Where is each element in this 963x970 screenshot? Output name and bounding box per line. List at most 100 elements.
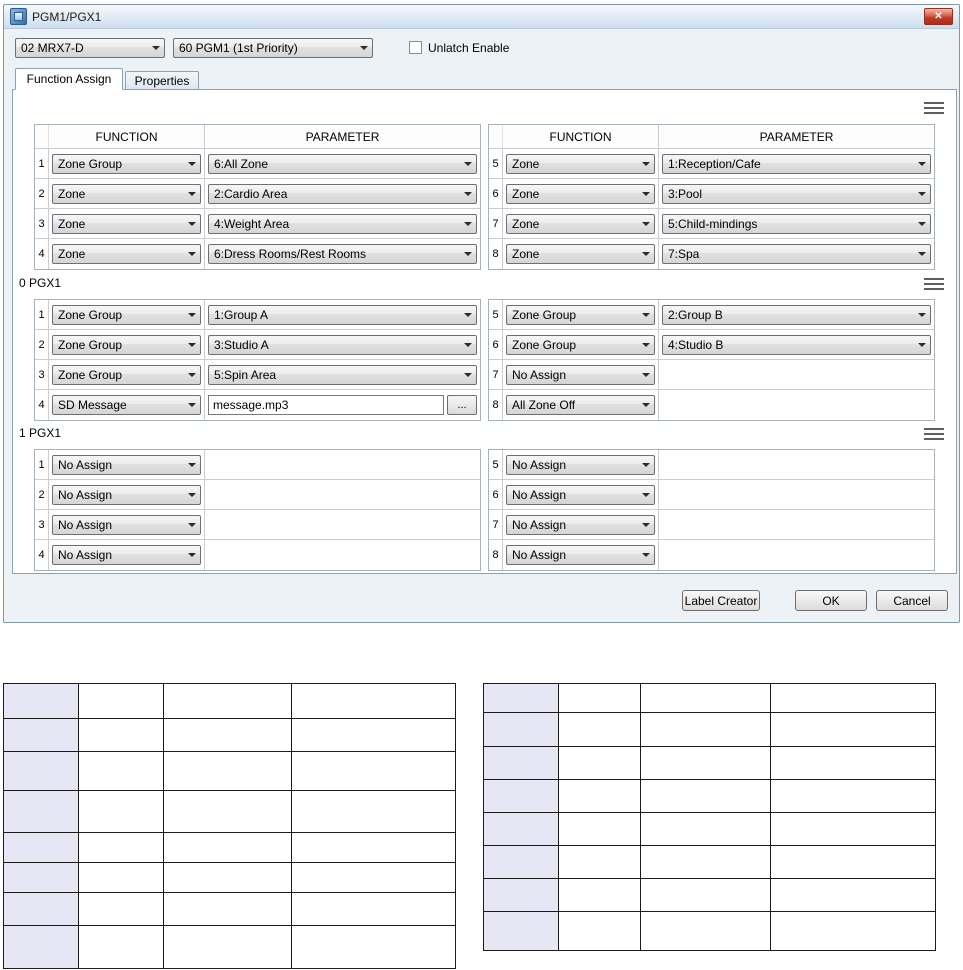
- parameter-cell: [659, 510, 934, 539]
- function-select[interactable]: Zone: [506, 183, 655, 204]
- tab-function-assign[interactable]: Function Assign: [15, 68, 123, 90]
- function-select[interactable]: Zone: [506, 244, 655, 264]
- function-select[interactable]: No Assign: [506, 364, 655, 385]
- menu-icon[interactable]: [924, 278, 944, 290]
- label-creator-button[interactable]: Label Creator: [682, 590, 760, 611]
- label-table-shaded-cell: [484, 879, 559, 912]
- function-select[interactable]: Zone Group: [52, 334, 201, 355]
- table-header-row: FUNCTION PARAMETER: [35, 125, 480, 149]
- tab-properties[interactable]: Properties: [125, 71, 199, 90]
- ok-button[interactable]: OK: [795, 590, 867, 611]
- parameter-cell: 7:Spa: [659, 239, 934, 269]
- function-select[interactable]: No Assign: [506, 514, 655, 535]
- function-select[interactable]: Zone: [52, 183, 201, 204]
- function-select[interactable]: Zone Group: [52, 304, 201, 325]
- function-select[interactable]: Zone Group: [52, 364, 201, 385]
- chevron-down-icon: [638, 516, 654, 534]
- parameter-select[interactable]: 3:Studio A: [208, 334, 477, 355]
- row-number: 2: [35, 330, 49, 359]
- function-select[interactable]: No Assign: [506, 454, 655, 475]
- label-table-cell: [641, 879, 771, 912]
- close-button[interactable]: ✕: [924, 8, 953, 25]
- function-parameter-table: FUNCTION PARAMETER 5 Zone 1:Reception/Cafe 6 Z…: [488, 124, 935, 270]
- assign-row: 4 No Assign: [35, 540, 480, 570]
- function-select[interactable]: Zone Group: [506, 334, 655, 355]
- function-select[interactable]: Zone Group: [506, 304, 655, 325]
- parameter-select[interactable]: 1:Reception/Cafe: [662, 153, 931, 174]
- device-select-combo[interactable]: 02 MRX7-D: [15, 38, 165, 58]
- function-select[interactable]: Zone: [506, 153, 655, 174]
- function-cell: No Assign: [49, 450, 205, 479]
- parameter-select[interactable]: 3:Pool: [662, 183, 931, 204]
- parameter-select[interactable]: 4:Studio B: [662, 334, 931, 355]
- right-table-slot: 5 Zone Group 2:Group B 6 Zone Group 4:Studio …: [488, 299, 935, 421]
- parameter-select[interactable]: 6:Dress Rooms/Rest Rooms: [208, 244, 477, 264]
- parameter-select[interactable]: 6:All Zone: [208, 153, 477, 174]
- parameter-select[interactable]: 1:Group A: [208, 304, 477, 325]
- section-label: 0 PGX1: [19, 276, 62, 290]
- assign-row: 7 No Assign: [489, 510, 934, 540]
- function-select[interactable]: SD Message: [52, 395, 201, 415]
- combo-value: 4:Studio B: [668, 337, 724, 352]
- chevron-down-icon: [638, 546, 654, 564]
- assign-row: 7 No Assign: [489, 360, 934, 390]
- parameter-select[interactable]: 2:Cardio Area: [208, 183, 477, 204]
- parameter-select[interactable]: 2:Group B: [662, 304, 931, 325]
- unlatch-enable-checkbox[interactable]: [409, 41, 422, 54]
- function-select[interactable]: Zone: [52, 244, 201, 264]
- caret-shape: [642, 252, 650, 256]
- titlebar[interactable]: PGM1/PGX1 ✕: [4, 5, 959, 29]
- menu-icon[interactable]: [924, 428, 944, 440]
- chevron-down-icon: [184, 215, 200, 233]
- combo-value: Zone: [58, 216, 86, 231]
- sd-message-file-input[interactable]: [208, 395, 444, 415]
- parameter-select[interactable]: 5:Spin Area: [208, 364, 477, 385]
- function-cell: No Assign: [503, 360, 659, 389]
- assign-row: 6 Zone 3:Pool: [489, 179, 934, 209]
- function-parameter-table: 1 No Assign 2 No Assign 3 No Assign 4 No Assign: [34, 449, 481, 571]
- app-icon: [10, 8, 27, 25]
- label-table-shaded-cell: [4, 893, 79, 926]
- function-select[interactable]: No Assign: [52, 454, 201, 475]
- function-select[interactable]: No Assign: [506, 545, 655, 565]
- caret-shape: [464, 161, 472, 166]
- chevron-down-icon: [460, 155, 476, 173]
- caret-shape: [188, 403, 196, 407]
- combo-value: No Assign: [58, 457, 113, 472]
- priority-select-combo[interactable]: 60 PGM1 (1st Priority): [173, 38, 373, 58]
- combo-value: Zone Group: [512, 337, 577, 352]
- label-table-row: [4, 926, 456, 969]
- parameter-select[interactable]: 4:Weight Area: [208, 213, 477, 234]
- function-cell: Zone Group: [49, 149, 205, 178]
- parameter-select[interactable]: 5:Child-mindings: [662, 213, 931, 234]
- label-table-shaded-cell: [4, 833, 79, 863]
- function-select[interactable]: All Zone Off: [506, 395, 655, 415]
- label-table-cell: [559, 747, 641, 780]
- browse-button[interactable]: ...: [447, 395, 477, 415]
- assign-row: 4 Zone 6:Dress Rooms/Rest Rooms: [35, 239, 480, 269]
- function-select[interactable]: Zone: [52, 213, 201, 234]
- function-select[interactable]: No Assign: [52, 545, 201, 565]
- function-select[interactable]: No Assign: [52, 514, 201, 535]
- label-table-row: [484, 747, 936, 780]
- function-select[interactable]: Zone: [506, 213, 655, 234]
- row-number: 6: [489, 179, 503, 208]
- parameter-select[interactable]: 7:Spa: [662, 244, 931, 264]
- row-number: 4: [35, 390, 49, 420]
- cancel-button[interactable]: Cancel: [876, 590, 948, 611]
- label-template-table-left: [3, 683, 456, 969]
- chevron-down-icon: [638, 306, 654, 324]
- priority-combo-value: 60 PGM1 (1st Priority): [179, 41, 298, 55]
- function-select[interactable]: Zone Group: [52, 153, 201, 174]
- combo-value: 5:Child-mindings: [668, 216, 758, 231]
- label-table-cell: [559, 846, 641, 879]
- parameter-cell: [659, 390, 934, 420]
- menu-icon[interactable]: [924, 102, 944, 114]
- function-select[interactable]: No Assign: [52, 484, 201, 505]
- label-table-cell: [559, 713, 641, 747]
- function-select[interactable]: No Assign: [506, 484, 655, 505]
- combo-value: Zone Group: [512, 307, 577, 322]
- caret-shape: [918, 312, 926, 317]
- chevron-down-icon: [460, 306, 476, 324]
- label-table-shaded-cell: [4, 791, 79, 833]
